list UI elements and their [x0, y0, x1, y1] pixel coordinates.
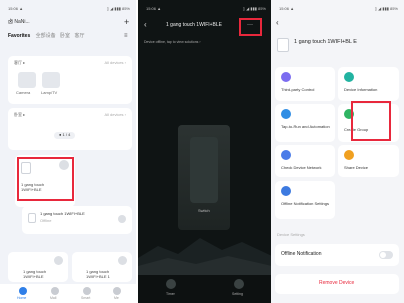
device-list-item[interactable]: 1 gang touch 1WIFI+BLE Offline: [22, 206, 132, 234]
back-icon[interactable]: ‹: [144, 20, 147, 29]
switch-label: Switch: [198, 208, 210, 213]
status-time: 15:06 ▲: [279, 6, 295, 11]
remove-device-label: Remove Device: [319, 280, 355, 286]
check-network-card[interactable]: Check Device Network: [275, 145, 335, 177]
section-label: Device Settings: [277, 232, 305, 237]
tab-all[interactable]: 全部设备: [36, 33, 56, 39]
device-state: Offline: [40, 218, 52, 223]
card-label: Tap-to-Run and Automation: [281, 124, 330, 129]
status-icons: ▯ ◢ ▮▮▮ 85%: [374, 6, 398, 11]
third-party-icon: [281, 72, 291, 82]
device-model: 1WIFI+BLE: [23, 274, 44, 279]
offline-notification-settings-card[interactable]: Offline Notification Settings: [275, 181, 335, 219]
highlight-box: [351, 101, 391, 141]
network-icon: [281, 150, 291, 160]
offline-notification-row: Offline Notification: [275, 244, 399, 266]
bottom-nav: Home Mall Smart Me: [0, 284, 136, 303]
tab-living[interactable]: 客厅: [74, 33, 84, 39]
status-pill[interactable]: ● 1 / 4: [54, 132, 76, 139]
power-icon[interactable]: [118, 215, 126, 223]
highlight-box: [17, 157, 74, 201]
card-label: Share Device: [344, 165, 369, 170]
bell-icon: [281, 186, 291, 196]
device-card[interactable]: 1 gang touch 1WIFI+BLE: [8, 252, 68, 282]
camera-thumbnail[interactable]: [18, 72, 36, 88]
device-name: 1 gang touch 1WIFI+BL E: [294, 39, 357, 45]
remove-device-button[interactable]: Remove Device: [275, 274, 399, 294]
mountain-backdrop: [138, 238, 272, 278]
thumb-caption: Lamp/TV: [41, 90, 58, 95]
status-time: 15:06 ▲: [8, 6, 24, 11]
setting-icon[interactable]: [234, 279, 244, 289]
row-label: Offline Notification: [281, 251, 322, 257]
toggle-switch[interactable]: [379, 251, 393, 259]
screenshot-collage: 15:06 ▲ ▯ ◢ ▮▮▮ 85% 卤 NaNi... + Favorite…: [0, 0, 404, 303]
automation-icon: [281, 109, 291, 119]
card-label: Device Information: [344, 87, 378, 92]
switch-icon: [28, 213, 36, 223]
power-icon[interactable]: [118, 256, 127, 265]
device-card[interactable]: 1 gang touch 1WIFI+BLE 1: [72, 252, 132, 282]
status-bar: 15:06 ▲ ▯ ◢ ▮▮▮ 85%: [8, 6, 130, 14]
device-name: 1 gang touch 1WIFI+BLE: [40, 211, 85, 216]
smart-icon[interactable]: [83, 287, 91, 295]
switch-button[interactable]: [190, 137, 218, 203]
lamp-thumbnail[interactable]: [42, 72, 60, 88]
section-card-1: 客厅 ▸ All devices › Camera Lamp/TV: [8, 56, 132, 104]
me-icon[interactable]: [113, 287, 121, 295]
status-bar: 15:06 ▲ ▯ ◢ ▮▮▮ 85%: [146, 6, 266, 14]
status-icons: ▯ ◢ ▮▮▮ 85%: [106, 6, 130, 11]
power-icon[interactable]: [54, 256, 63, 265]
status-bar: 15:06 ▲ ▯ ◢ ▮▮▮ 85%: [279, 6, 398, 14]
share-icon: [344, 150, 354, 160]
device-information-card[interactable]: Device Information: [338, 67, 399, 101]
device-title: 1 gang touch 1WIFI+BLE: [166, 22, 223, 28]
home-selector[interactable]: 卤 NaNi...: [8, 19, 30, 26]
all-devices-link[interactable]: All devices ›: [104, 112, 126, 118]
status-time: 15:06 ▲: [146, 6, 162, 11]
card-label: Third-party Control: [281, 87, 315, 92]
device-settings-screen: 15:06 ▲ ▯ ◢ ▮▮▮ 85% ‹ 1 gang touch 1WIFI…: [271, 0, 404, 303]
device-model: 1WIFI+BLE 1: [86, 274, 110, 279]
home-icon[interactable]: [19, 287, 27, 295]
nav-smart-label: Smart: [81, 296, 91, 300]
add-icon[interactable]: +: [124, 17, 129, 27]
timer-icon[interactable]: [166, 279, 176, 289]
nav-mall-label: Mall: [50, 296, 57, 300]
third-party-control-card[interactable]: Third-party Control: [275, 67, 335, 101]
toggle-knob: [380, 252, 386, 258]
offline-banner[interactable]: Device offline, tap to view solutions ›: [144, 40, 201, 44]
control-bar: Timer Setting: [138, 275, 272, 303]
share-device-card[interactable]: Share Device: [338, 145, 399, 177]
section-title: 客厅 ▸: [14, 60, 26, 65]
section-title: 卧室 ▸: [14, 112, 26, 117]
status-icons: ▯ ◢ ▮▮▮ 85%: [242, 6, 266, 11]
device-image: [277, 38, 289, 52]
section-card-2: 卧室 ▸ All devices › ● 1 / 4: [8, 108, 132, 150]
room-tabs: Favorites 全部设备 卧室 客厅: [8, 33, 84, 40]
switch-panel[interactable]: Switch: [178, 125, 230, 230]
card-label: Offline Notification Settings: [281, 201, 329, 206]
tab-favorites[interactable]: Favorites: [8, 33, 30, 39]
card-label: Check Device Network: [281, 165, 322, 170]
tab-menu-icon[interactable]: ≡: [124, 33, 128, 40]
home-screen: 15:06 ▲ ▯ ◢ ▮▮▮ 85% 卤 NaNi... + Favorite…: [0, 0, 136, 303]
automation-card[interactable]: Tap-to-Run and Automation: [275, 104, 335, 142]
thumb-caption: Camera: [16, 90, 31, 95]
setting-label: Setting: [232, 292, 243, 296]
tab-bedroom[interactable]: 卧室: [60, 33, 70, 39]
all-devices-link[interactable]: All devices ›: [104, 60, 126, 66]
mall-icon[interactable]: [51, 287, 59, 295]
device-control-screen: 15:06 ▲ ▯ ◢ ▮▮▮ 85% ‹ 1 gang touch 1WIFI…: [138, 0, 272, 303]
timer-label: Timer: [166, 292, 175, 296]
nav-home-label: Home: [17, 296, 27, 300]
nav-me-label: Me: [114, 296, 119, 300]
back-icon[interactable]: ‹: [276, 18, 279, 27]
info-icon: [344, 72, 354, 82]
highlight-box: [239, 18, 262, 36]
